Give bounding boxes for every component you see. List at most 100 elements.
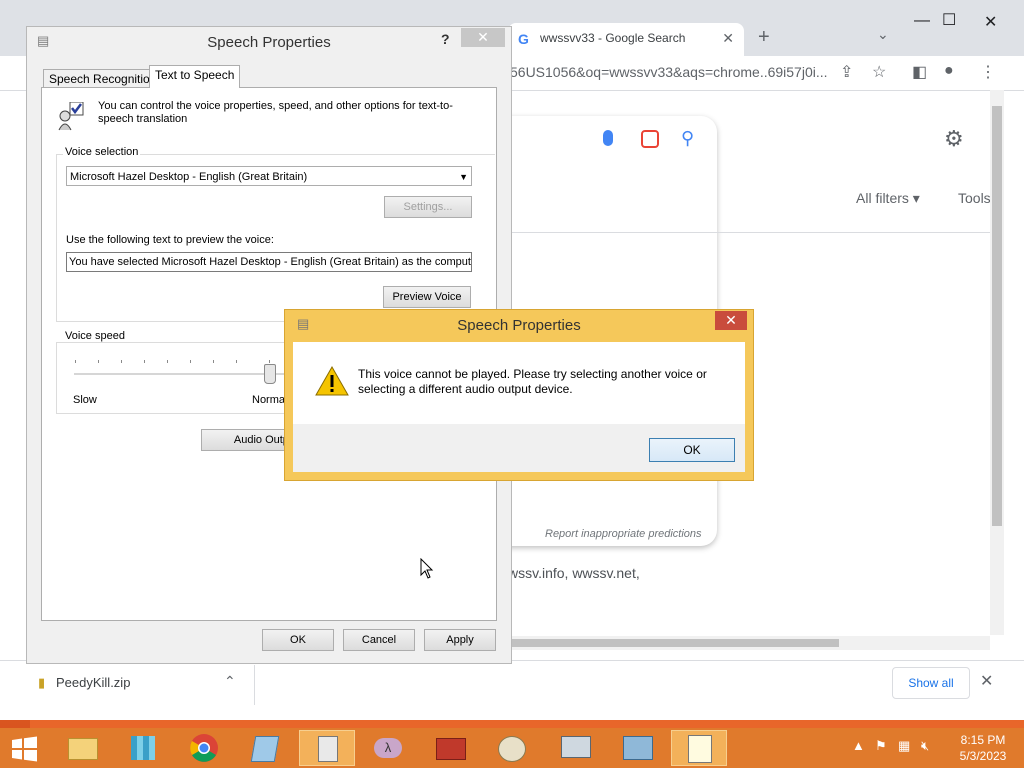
slider-tick bbox=[144, 360, 145, 363]
toolbox-taskbar-button[interactable] bbox=[422, 730, 478, 766]
speech-app-icon bbox=[688, 735, 712, 763]
file-explorer-taskbar-button[interactable] bbox=[54, 730, 110, 766]
settings-gear-icon[interactable]: ⚙ bbox=[944, 126, 964, 152]
bookmark-star-icon[interactable]: ☆ bbox=[872, 62, 886, 82]
slider-tick bbox=[167, 360, 168, 363]
all-filters-button[interactable]: All filters ▾ bbox=[856, 190, 920, 207]
chrome-icon bbox=[190, 734, 218, 762]
speed-normal-label: Normal bbox=[252, 394, 288, 406]
scrollbar-thumb[interactable] bbox=[992, 106, 1002, 526]
divider bbox=[505, 232, 990, 233]
system-clock[interactable]: 8:15 PM 5/3/2023 bbox=[950, 732, 1016, 764]
error-dialog: ▤ Speech Properties ✕ This voice cannot … bbox=[284, 309, 754, 481]
message-area: This voice cannot be played. Please try … bbox=[293, 342, 745, 424]
warning-icon bbox=[315, 366, 349, 396]
slider-thumb[interactable] bbox=[264, 364, 276, 384]
download-item[interactable]: ▮ PeedyKill.zip bbox=[38, 675, 130, 691]
google-favicon-icon: G bbox=[518, 31, 529, 47]
tab-search-chevron-icon[interactable]: ⌄ bbox=[877, 26, 889, 43]
tab-close-icon[interactable]: ✕ bbox=[722, 30, 734, 47]
action-center-flag-icon[interactable]: ⚑ bbox=[875, 738, 887, 754]
new-tab-icon[interactable]: + bbox=[758, 26, 770, 49]
preview-text-field[interactable]: You have selected Microsoft Hazel Deskto… bbox=[66, 252, 472, 272]
show-hidden-icons[interactable]: ▲ bbox=[852, 738, 865, 753]
speed-slow-label: Slow bbox=[73, 394, 97, 406]
tab-title: wwssvv33 - Google Search bbox=[540, 31, 686, 45]
slider-tick bbox=[98, 360, 99, 363]
dialog-titlebar[interactable]: ▤ Speech Properties ? ✕ bbox=[27, 27, 511, 57]
paint-taskbar-button[interactable] bbox=[484, 730, 540, 766]
vertical-scrollbar[interactable] bbox=[990, 90, 1004, 635]
control-panel-taskbar-button[interactable] bbox=[609, 730, 665, 766]
intro-text: You can control the voice properties, sp… bbox=[98, 100, 453, 125]
error-message: This voice cannot be played. Please try … bbox=[358, 367, 707, 396]
help-button[interactable]: ? bbox=[441, 31, 450, 47]
close-button[interactable]: ✕ bbox=[715, 311, 747, 330]
close-button[interactable]: ✕ bbox=[461, 28, 505, 47]
voice-selection-label: Voice selection bbox=[63, 146, 141, 158]
settings-button[interactable]: Settings... bbox=[384, 196, 472, 218]
address-bar[interactable]: 56US1056&oq=wwssvv33&aqs=chrome..69i57j0… bbox=[510, 64, 828, 80]
error-dialog-body: This voice cannot be played. Please try … bbox=[293, 342, 745, 472]
calculator-taskbar-button[interactable] bbox=[299, 730, 355, 766]
maximize-icon[interactable]: ☐ bbox=[942, 10, 956, 30]
start-button[interactable] bbox=[2, 730, 46, 766]
monitor-taskbar-button[interactable] bbox=[547, 730, 603, 766]
voice-dropdown-value: Microsoft Hazel Desktop - English (Great… bbox=[70, 171, 308, 183]
slider-tick bbox=[236, 360, 237, 363]
notepad-taskbar-button[interactable] bbox=[237, 730, 293, 766]
apply-button[interactable]: Apply bbox=[424, 629, 496, 651]
share-icon[interactable]: ⇪ bbox=[840, 62, 853, 82]
control-panel-icon bbox=[623, 736, 653, 760]
profile-avatar-icon[interactable]: ● bbox=[944, 62, 954, 80]
minimize-icon[interactable]: — bbox=[914, 12, 930, 30]
close-window-icon[interactable]: ✕ bbox=[984, 12, 997, 32]
folder-icon bbox=[68, 738, 98, 760]
lambda-icon: λ bbox=[374, 738, 402, 758]
calculator-icon bbox=[318, 736, 338, 762]
clock-date: 5/3/2023 bbox=[959, 749, 1007, 763]
speech-taskbar-button[interactable] bbox=[671, 730, 727, 766]
ok-button[interactable]: OK bbox=[262, 629, 334, 651]
voice-search-icon[interactable] bbox=[603, 130, 613, 146]
network-icon[interactable]: ▦ bbox=[898, 738, 910, 754]
chrome-menu-icon[interactable]: ⋮ bbox=[980, 62, 996, 82]
palette-icon bbox=[498, 736, 526, 762]
scrollbar-thumb[interactable] bbox=[509, 639, 839, 647]
error-dialog-title: Speech Properties bbox=[457, 317, 581, 334]
slider-tick bbox=[190, 360, 191, 363]
divider bbox=[254, 665, 255, 705]
clock-time: 8:15 PM bbox=[960, 733, 1006, 747]
preview-voice-button[interactable]: Preview Voice bbox=[383, 286, 471, 308]
grid-app-icon bbox=[131, 736, 155, 760]
slider-tick bbox=[121, 360, 122, 363]
ok-button[interactable]: OK bbox=[649, 438, 735, 462]
google-lens-icon[interactable] bbox=[641, 130, 659, 148]
voice-speed-label: Voice speed bbox=[63, 330, 127, 342]
tab-text-to-speech[interactable]: Text to Speech bbox=[149, 65, 241, 88]
slider-tick bbox=[75, 360, 76, 363]
monitor-icon bbox=[561, 736, 591, 758]
mouse-cursor-icon bbox=[420, 558, 434, 579]
cancel-button[interactable]: Cancel bbox=[343, 629, 415, 651]
tab-speech-recognition[interactable]: Speech Recognition bbox=[43, 69, 163, 88]
horizontal-scrollbar[interactable] bbox=[505, 636, 990, 650]
chevron-up-icon[interactable]: ⌃ bbox=[224, 673, 236, 690]
tools-button[interactable]: Tools bbox=[958, 190, 991, 206]
search-icon[interactable]: ⚲ bbox=[681, 128, 694, 149]
app-grid-taskbar-button[interactable] bbox=[115, 730, 171, 766]
slider-tick bbox=[213, 360, 214, 363]
side-panel-icon[interactable]: ◧ bbox=[912, 62, 927, 82]
chrome-taskbar-button[interactable] bbox=[176, 730, 232, 766]
report-predictions-link[interactable]: Report inappropriate predictions bbox=[545, 528, 702, 540]
download-filename: PeedyKill.zip bbox=[56, 675, 131, 690]
voice-dropdown[interactable]: Microsoft Hazel Desktop - English (Great… bbox=[66, 166, 472, 186]
volume-muted-icon[interactable]: 🔇︎ bbox=[921, 738, 929, 754]
lambda-app-taskbar-button[interactable]: λ bbox=[360, 730, 416, 766]
notepad-icon bbox=[250, 736, 280, 762]
close-download-bar-icon[interactable]: ✕ bbox=[980, 671, 993, 691]
browser-tab[interactable]: G wwssvv33 - Google Search ✕ bbox=[508, 23, 744, 56]
show-all-button[interactable]: Show all bbox=[892, 667, 970, 699]
download-bar: ▮ PeedyKill.zip ⌃ Show all ✕ bbox=[0, 660, 1024, 711]
windows-logo-icon bbox=[12, 736, 37, 762]
